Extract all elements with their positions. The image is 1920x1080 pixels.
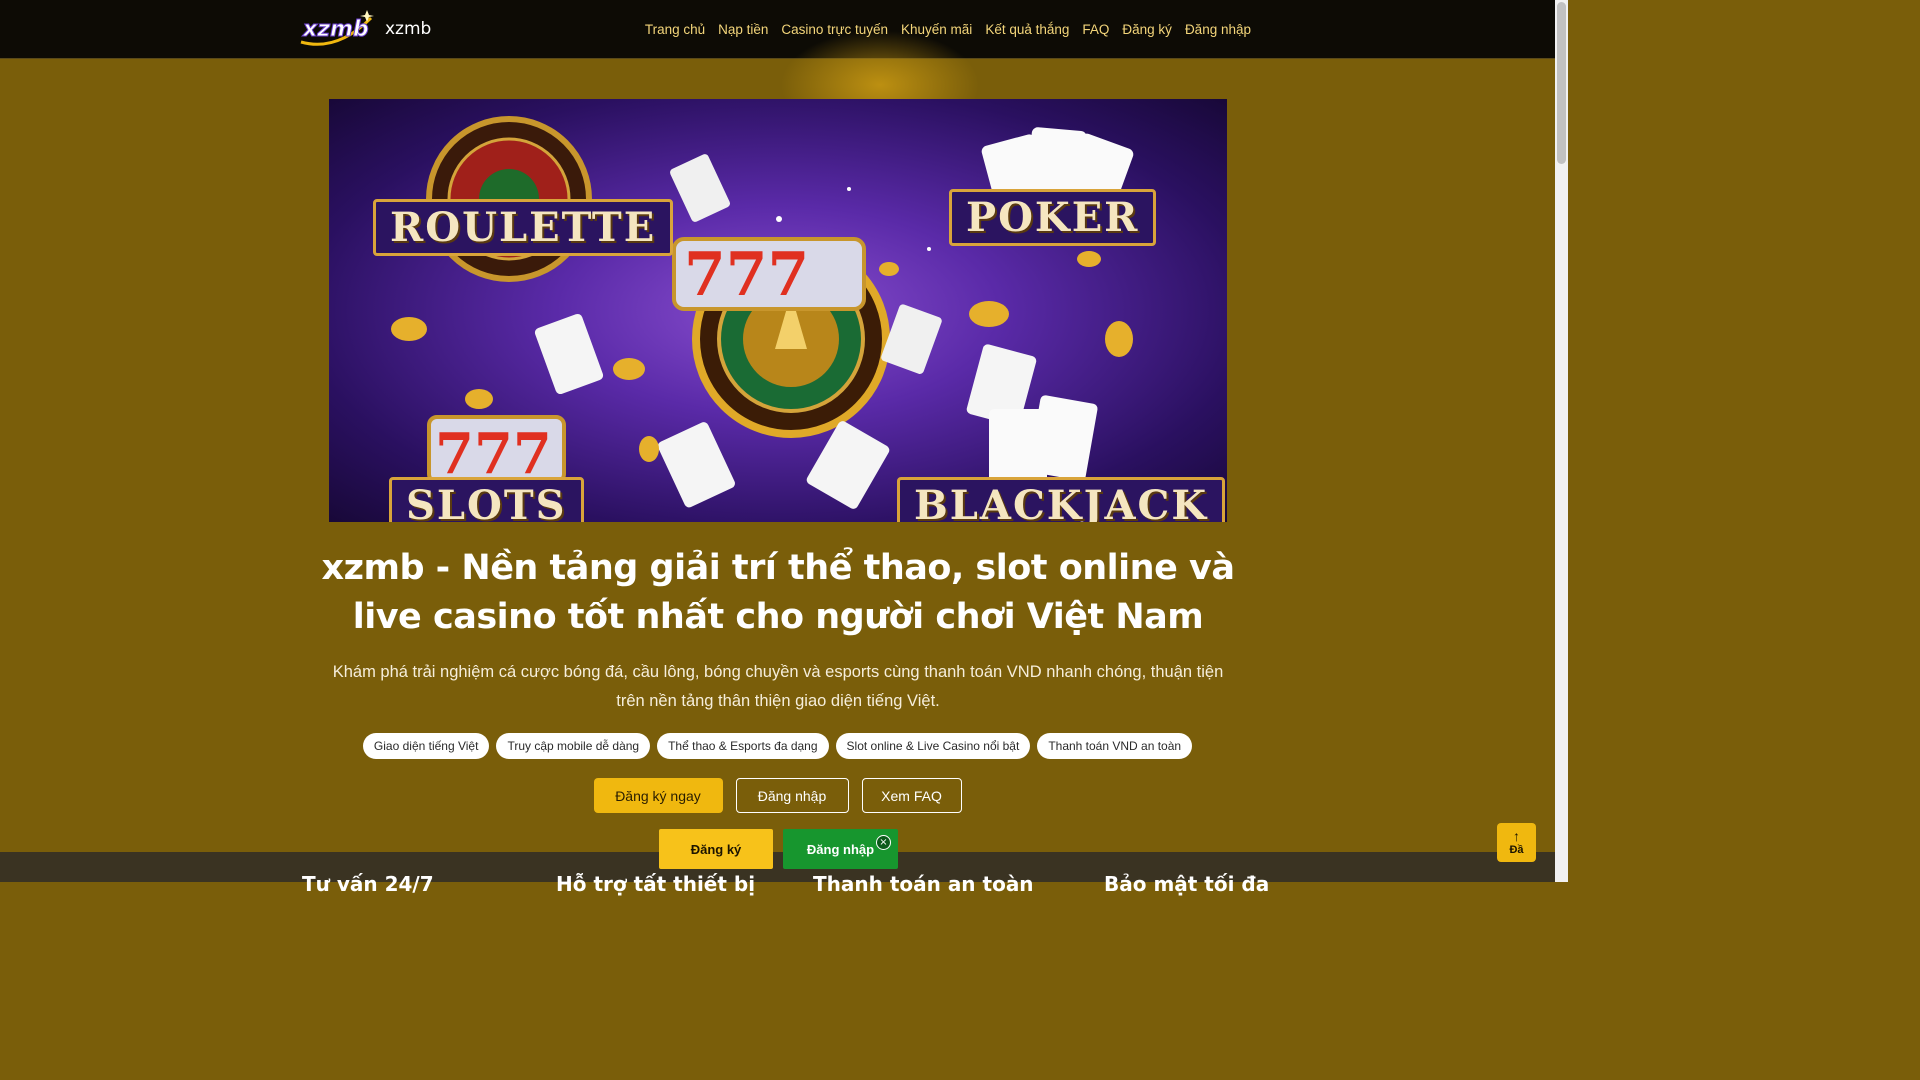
close-icon[interactable]: × xyxy=(876,835,891,850)
feature-heading-2: Hỗ trợ tất thiết bị xyxy=(556,872,756,896)
back-to-top-label: Đầ xyxy=(1509,844,1524,856)
hero-label-slots: SLOTS xyxy=(389,477,584,522)
feature-heading-1: Tư vấn 24/7 xyxy=(302,872,434,896)
chip-mobile-access: Truy cập mobile dễ dàng xyxy=(496,733,651,759)
brand-logo-text: xzmb xyxy=(302,17,369,42)
page-title: xzmb - Nền tảng giải trí thể thao, slot … xyxy=(300,544,1256,642)
chip-vnd-payment: Thanh toán VND an toàn xyxy=(1037,733,1193,759)
hero-image: 777 777 ROULETTE POKER SLOTS BLACKJACK xyxy=(329,99,1227,522)
svg-text:777: 777 xyxy=(684,240,809,310)
brand-logo: xzmb xyxy=(297,8,375,50)
top-navbar: xzmb xzmb Trang chủ Nạp tiền Casino trực… xyxy=(0,0,1555,59)
hero-illustration: 777 777 xyxy=(391,116,1134,509)
page-title-line-2: live casino tốt nhất cho người chơi Việt… xyxy=(352,597,1204,637)
view-faq-button[interactable]: Xem FAQ xyxy=(861,778,962,813)
chip-vietnamese-ui: Giao diện tiếng Việt xyxy=(362,733,490,759)
hero-description-line-2: trên nền tảng thân thiện giao diện tiếng… xyxy=(616,692,940,710)
feature-chips: Giao diện tiếng Việt Truy cập mobile dễ … xyxy=(0,733,1555,759)
hero-cta-group: Đăng ký ngay Đăng nhập Xem FAQ xyxy=(0,778,1555,813)
page-title-line-1: xzmb - Nền tảng giải trí thể thao, slot … xyxy=(321,548,1235,588)
nav-deposit[interactable]: Nạp tiền xyxy=(718,22,768,37)
page-scrollbar[interactable] xyxy=(1555,0,1568,882)
hero-label-roulette: ROULETTE xyxy=(373,199,674,256)
features-section xyxy=(0,852,1555,882)
nav-home[interactable]: Trang chủ xyxy=(645,22,705,37)
nav-faq[interactable]: FAQ xyxy=(1082,22,1109,37)
brand-link[interactable]: xzmb xzmb xyxy=(297,8,431,50)
nav-register[interactable]: Đăng ký xyxy=(1122,22,1172,37)
feature-heading-4: Bảo mật tối đa xyxy=(1104,872,1270,896)
chip-sports-esports: Thể thao & Esports đa dạng xyxy=(657,733,829,759)
feature-heading-3: Thanh toán an toàn xyxy=(813,872,1034,896)
register-now-button[interactable]: Đăng ký ngay xyxy=(593,778,723,813)
hero-label-poker: POKER xyxy=(949,189,1157,246)
brand-name: xzmb xyxy=(385,19,432,39)
hero-label-blackjack: BLACKJACK xyxy=(897,477,1226,522)
sticky-register-button[interactable]: Đăng ký xyxy=(659,829,773,869)
hero-description: Khám phá trải nghiệm cá cược bóng đá, cầ… xyxy=(300,658,1256,716)
chip-slot-live-casino: Slot online & Live Casino nổi bật xyxy=(835,733,1031,759)
hero-description-line-1: Khám phá trải nghiệm cá cược bóng đá, cầ… xyxy=(332,663,1224,681)
nav-winning-results[interactable]: Kết quả thắng xyxy=(985,22,1069,37)
login-button[interactable]: Đăng nhập xyxy=(735,778,849,813)
arrow-up-icon: ↑ xyxy=(1513,828,1520,844)
back-to-top-button[interactable]: ↑ Đầ xyxy=(1497,823,1536,862)
scrollbar-thumb[interactable] xyxy=(1557,2,1566,164)
nav-login[interactable]: Đăng nhập xyxy=(1185,22,1251,37)
